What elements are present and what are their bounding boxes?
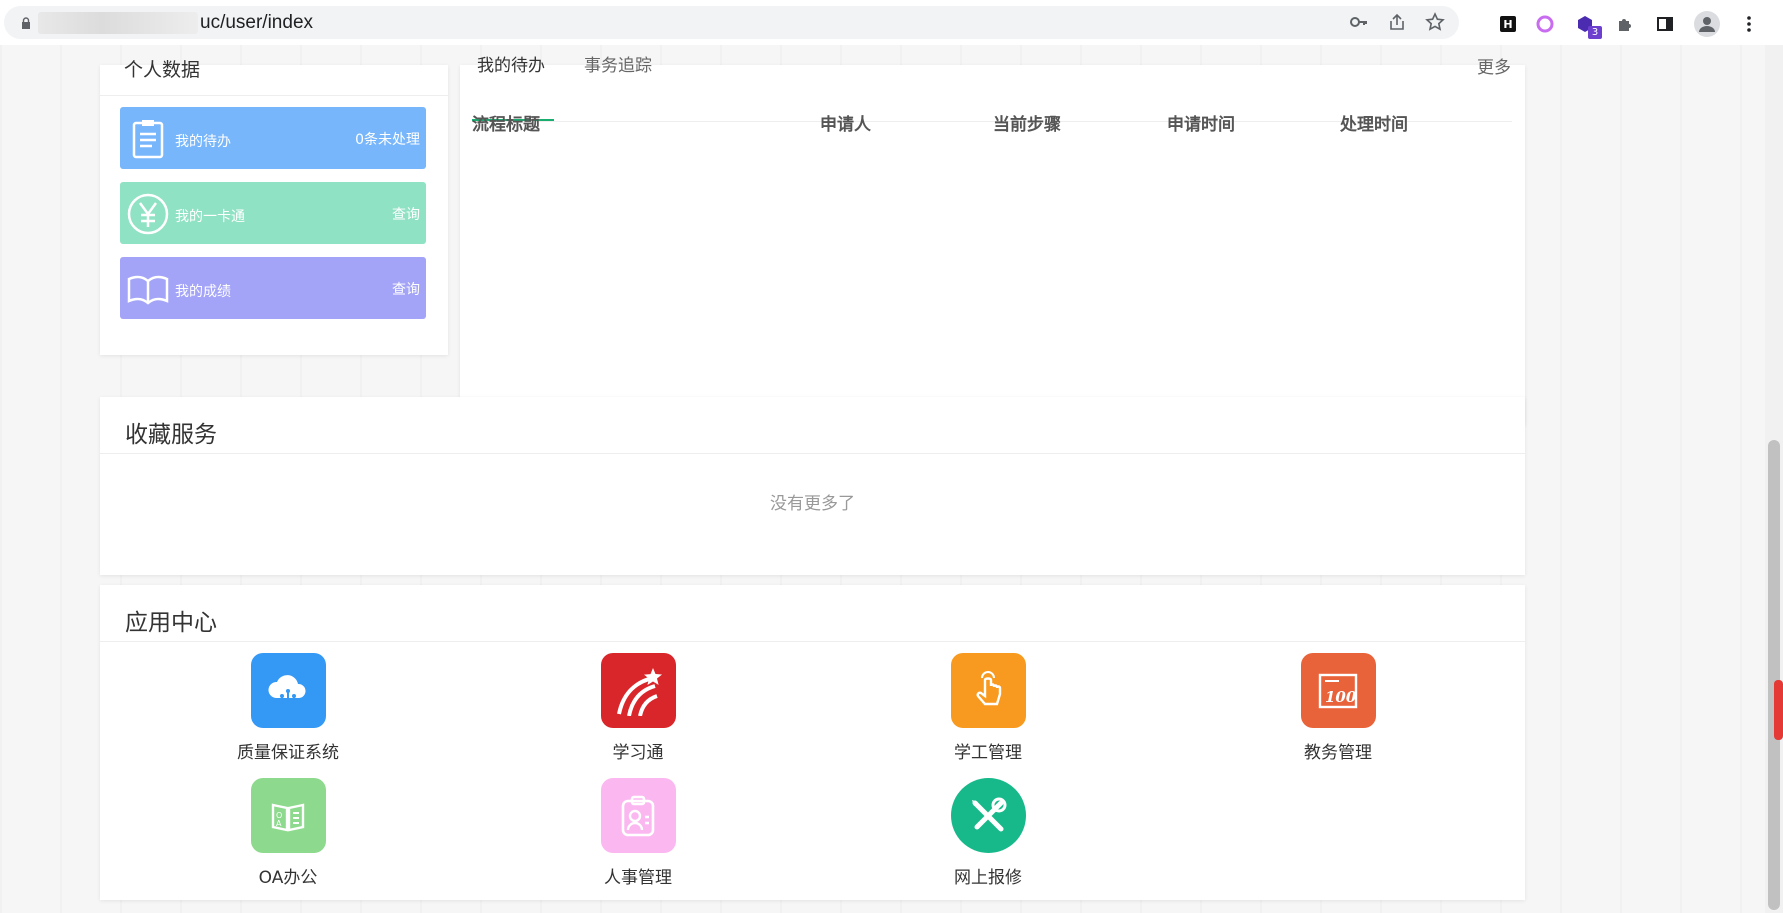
page-scrollbar[interactable] <box>1765 45 1783 913</box>
app-personnel[interactable]: 人事管理 <box>558 778 718 888</box>
process-card: 我的待办 事务追踪 更多 流程标题 申请人 当前步骤 申请时间 处理时间 <box>460 56 1525 425</box>
browser-menu-icon[interactable] <box>1738 13 1760 35</box>
tile-action[interactable]: 0条未处理 <box>355 129 420 149</box>
extension-badge: 3 <box>1588 26 1602 39</box>
bookmark-star-icon[interactable] <box>1425 12 1445 32</box>
page-content: 个人数据 我的待办 0条未处理 我的一卡通 查询 我的成绩 查询 我的待办 事务… <box>0 45 1765 913</box>
tile-action[interactable]: 查询 <box>392 204 420 224</box>
share-icon[interactable] <box>1387 12 1407 32</box>
favorites-title: 收藏服务 <box>125 422 217 448</box>
app-label: 学习通 <box>612 743 664 763</box>
open-book-icon <box>127 275 169 305</box>
tile-my-card[interactable]: 我的一卡通 查询 <box>120 182 426 244</box>
app-quality-assurance[interactable]: 质量保证系统 <box>208 653 368 763</box>
key-icon[interactable] <box>1349 12 1369 32</box>
app-label: OA办公 <box>258 868 318 888</box>
clipboard-icon <box>132 120 164 159</box>
app-label: 教务管理 <box>1304 743 1372 763</box>
app-oa-office[interactable]: OA OA办公 <box>208 778 368 888</box>
url-redacted <box>38 12 198 34</box>
browser-toolbar: uc/user/index H 3 <box>0 0 1783 45</box>
app-label: 人事管理 <box>604 868 672 888</box>
app-xuexitong[interactable]: 学习通 <box>558 653 718 763</box>
tile-action[interactable]: 查询 <box>392 279 420 299</box>
score-100-icon[interactable]: 100 <box>1300 653 1376 728</box>
tile-label: 我的成绩 <box>175 284 231 300</box>
svg-text:100: 100 <box>1325 688 1357 706</box>
pointer-hand-icon[interactable] <box>950 653 1026 728</box>
side-panel-icon[interactable] <box>1654 13 1676 35</box>
favorites-empty-text: 没有更多了 <box>770 494 855 514</box>
app-label: 网上报修 <box>954 868 1022 888</box>
more-link[interactable]: 更多 <box>1477 53 1511 78</box>
column-header-title: 流程标题 <box>472 115 540 135</box>
svg-text:A: A <box>276 819 282 828</box>
tile-my-grades[interactable]: 我的成绩 查询 <box>120 257 426 319</box>
app-student-affairs[interactable]: 学工管理 <box>908 653 1068 763</box>
tile-label: 我的一卡通 <box>175 209 245 225</box>
tab-my-todo[interactable]: 我的待办 <box>477 51 545 76</box>
extension-cube-icon[interactable]: 3 <box>1574 13 1602 39</box>
column-header-applicant: 申请人 <box>820 115 871 135</box>
app-academic-affairs[interactable]: 100 教务管理 <box>1258 653 1418 763</box>
app-label: 学工管理 <box>954 743 1022 763</box>
column-header-process-time: 处理时间 <box>1340 115 1408 135</box>
divider <box>100 95 448 96</box>
personal-data-card: 个人数据 我的待办 0条未处理 我的一卡通 查询 我的成绩 查询 <box>100 59 448 355</box>
divider <box>100 453 1525 454</box>
app-online-repair[interactable]: 网上报修 <box>908 778 1068 888</box>
column-header-apply-time: 申请时间 <box>1167 115 1235 135</box>
person-clipboard-icon[interactable] <box>600 778 676 853</box>
personal-data-title: 个人数据 <box>124 59 201 81</box>
app-center-card: 应用中心 质量保证系统 学习通 学工管理 100 教务管理 O A OA办公 人… <box>100 585 1525 900</box>
yuan-coin-icon <box>127 193 169 235</box>
app-label: 质量保证系统 <box>237 743 339 763</box>
column-header-current-step: 当前步骤 <box>993 115 1061 135</box>
extensions-puzzle-icon[interactable] <box>1614 13 1636 35</box>
url-text[interactable]: uc/user/index <box>200 12 313 34</box>
tools-icon[interactable] <box>950 778 1026 853</box>
tile-my-todo[interactable]: 我的待办 0条未处理 <box>120 107 426 169</box>
favorites-card: 收藏服务 没有更多了 <box>100 397 1525 575</box>
lock-icon[interactable] <box>20 17 32 29</box>
address-bar[interactable]: uc/user/index <box>4 6 1459 39</box>
app-center-title: 应用中心 <box>125 610 217 636</box>
scroll-position-marker <box>1774 680 1783 740</box>
oa-book-icon[interactable]: OA <box>250 778 326 853</box>
tile-label: 我的待办 <box>175 134 231 150</box>
xuexitong-icon[interactable] <box>600 653 676 728</box>
divider <box>100 641 1525 642</box>
tab-affair-tracking[interactable]: 事务追踪 <box>584 51 652 76</box>
extension-h-icon[interactable]: H <box>1500 16 1516 32</box>
scrollbar-thumb[interactable] <box>1768 440 1780 910</box>
extension-ring-icon[interactable] <box>1534 13 1556 35</box>
cloud-icon[interactable] <box>250 653 326 728</box>
profile-avatar-icon[interactable] <box>1694 11 1720 37</box>
